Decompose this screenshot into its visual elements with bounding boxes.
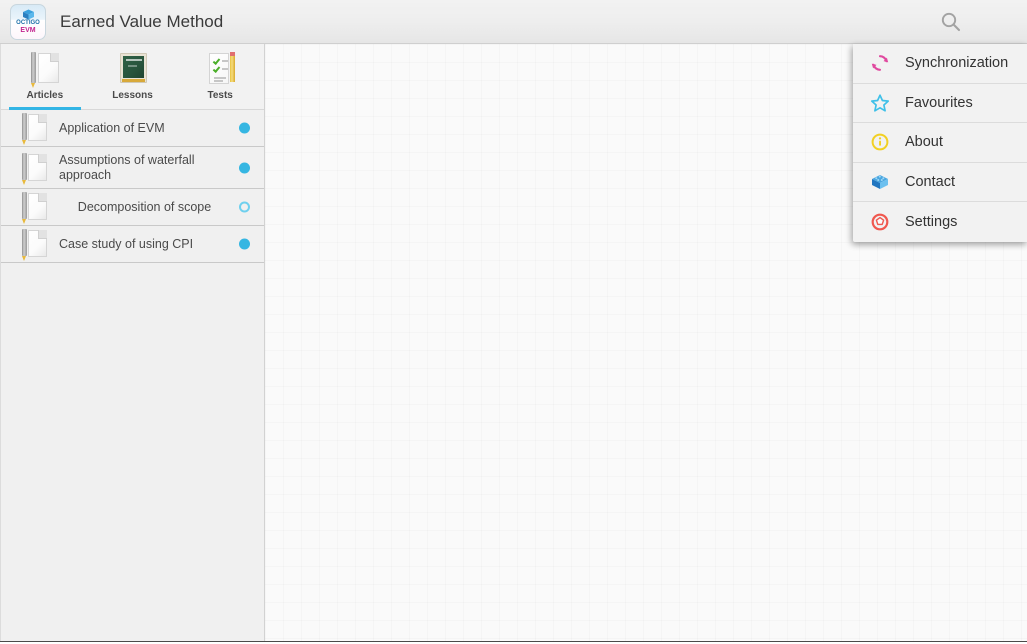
tab-lessons[interactable]: Lessons [89,44,177,110]
gear-icon [869,211,891,233]
page-title: Earned Value Method [60,11,224,31]
status-badge [239,201,250,213]
paper-pencil-icon [28,51,62,88]
menu-item-contact[interactable]: Contact [853,163,1027,203]
sidebar: Articles Lessons Tests Application of EV… [0,44,265,644]
menu-item-label: Favourites [905,94,973,111]
tab-articles-label: Articles [26,90,64,101]
tab-tests-label: Tests [207,90,233,101]
sync-refresh-icon [869,52,891,74]
article-icon [19,151,53,185]
status-badge [239,122,250,134]
chalkboard-icon [116,51,150,87]
menu-item-label: Settings [905,214,958,231]
app-window: OCTIGO EVM Earned Value Method Articles … [0,0,1027,644]
article-list: Application of EVM Assumptions of waterf… [1,110,264,263]
sidebar-tabs: Articles Lessons Tests [1,44,264,110]
list-item-title: Assumptions of waterfall approach [59,152,195,182]
menu-item-settings[interactable]: Settings [853,202,1027,242]
article-icon [19,190,53,224]
article-icon [19,111,53,145]
list-item-title: Application of EVM [59,120,165,135]
menu-item-label: About [905,134,943,151]
tab-articles[interactable]: Articles [1,44,89,110]
star-icon [869,92,891,114]
info-circle-icon [869,131,891,153]
list-item[interactable]: Decomposition of scope [1,189,264,226]
menu-item-label: Synchronization [905,55,1009,72]
list-item[interactable]: Assumptions of waterfall approach [1,147,264,189]
logo-text-octigo: OCTIGO [16,19,40,26]
contact-cube-icon [869,171,891,193]
app-logo: OCTIGO EVM [10,3,46,40]
search-icon[interactable] [937,9,963,35]
app-header: OCTIGO EVM Earned Value Method [0,0,1027,44]
header-actions [937,9,1009,35]
menu-item-favourites[interactable]: Favourites [853,84,1027,124]
tab-tests[interactable]: Tests [176,44,264,110]
hamburger-menu-icon[interactable] [985,9,1009,35]
menu-item-about[interactable]: About [853,123,1027,163]
list-item-title: Decomposition of scope [77,199,212,214]
checklist-pencil-icon [203,51,237,87]
cube-logo-icon [22,9,34,19]
list-item[interactable]: Application of EVM [1,110,264,147]
overflow-menu: Synchronization Favourites About Contact… [853,44,1027,242]
menu-item-synchronization[interactable]: Synchronization [853,44,1027,84]
status-badge [239,238,250,250]
list-item[interactable]: Case study of using CPI [1,226,264,263]
article-icon [19,227,53,261]
list-item-title: Case study of using CPI [59,236,194,251]
tab-lessons-label: Lessons [112,90,153,101]
status-badge [239,162,250,173]
logo-text-evm: EVM [20,26,36,34]
menu-item-label: Contact [905,174,955,191]
